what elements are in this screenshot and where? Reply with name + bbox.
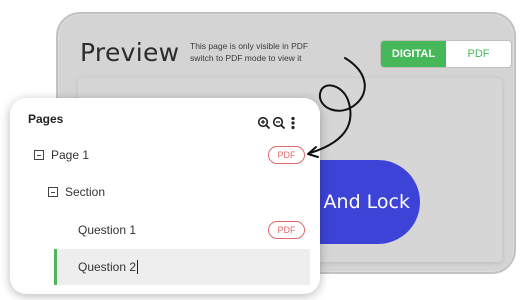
tree-item-label: Question 2 [78, 260, 137, 274]
tree-item-section[interactable]: Section [10, 177, 320, 207]
pages-panel: Pages Page 1 PDF Section Question 1 PDF … [10, 98, 320, 294]
tree-item-label: Page 1 [51, 148, 90, 162]
more-vertical-icon[interactable] [290, 116, 296, 130]
tree-item-page-1[interactable]: Page 1 PDF [10, 140, 320, 170]
lock-button[interactable]: And Lock [306, 160, 420, 244]
pdf-badge: PDF [268, 146, 305, 164]
zoom-in-icon[interactable] [257, 116, 271, 130]
tree-item-label: Question 1 [78, 223, 137, 237]
pdf-only-note-line1: This page is only visible in PDF [190, 41, 309, 51]
tree-item-label: Section [65, 185, 106, 199]
pdf-only-note-line2: switch to PDF mode to view it [190, 53, 302, 63]
tree-item-question-1[interactable]: Question 1 PDF [10, 215, 320, 245]
tree-item-question-2[interactable]: Question 2 [54, 249, 310, 285]
pdf-mode-button[interactable]: PDF [446, 41, 511, 67]
collapse-icon[interactable] [48, 187, 58, 197]
pages-panel-title: Pages [28, 112, 64, 126]
preview-title: Preview [80, 38, 180, 67]
text-cursor [137, 260, 139, 274]
pdf-only-note: This page is only visible in PDF switch … [190, 40, 350, 64]
collapse-icon[interactable] [34, 150, 44, 160]
zoom-out-icon[interactable] [272, 116, 286, 130]
digital-mode-button[interactable]: DIGITAL [381, 41, 446, 67]
pages-panel-tools [257, 116, 296, 130]
mode-toggle: DIGITAL PDF [380, 40, 512, 68]
pdf-badge: PDF [268, 221, 305, 239]
